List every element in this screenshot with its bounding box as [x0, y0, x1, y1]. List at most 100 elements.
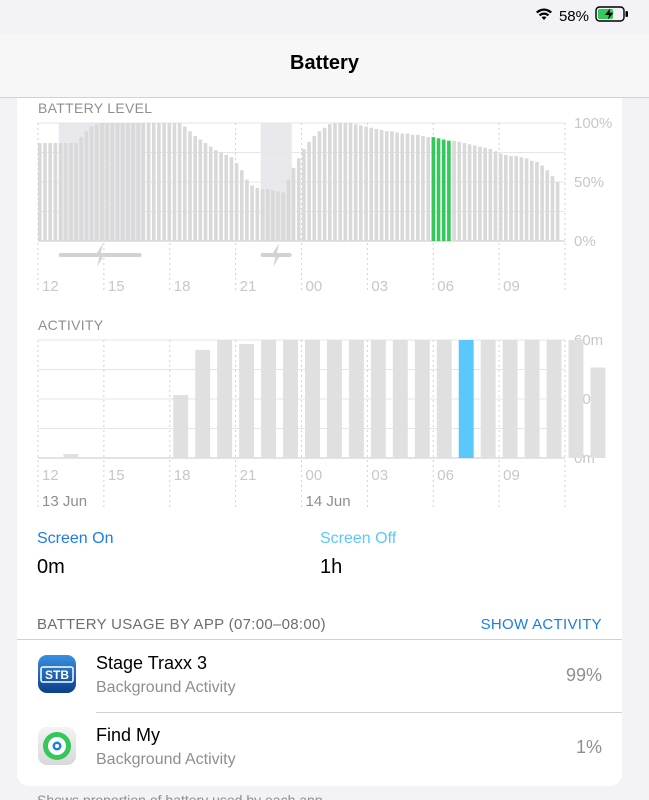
- battery-bar: [379, 130, 384, 241]
- battery-bar: [167, 123, 172, 241]
- battery-bar: [84, 131, 89, 241]
- battery-bar: [529, 160, 534, 241]
- date-label: 13 Jun: [42, 493, 87, 510]
- x-tick-label: 18: [174, 278, 191, 295]
- activity-bar: [480, 340, 496, 458]
- activity-bar: [568, 340, 584, 458]
- battery-percent: 58%: [558, 7, 589, 25]
- battery-bar: [157, 123, 161, 241]
- x-tick-label: 18: [174, 467, 191, 484]
- activity-bar: [217, 340, 233, 458]
- battery-bar: [146, 123, 151, 241]
- battery-level-chart: 100% 50% 0% 12 15 18 21 00 03 06 09: [37, 115, 612, 295]
- battery-bar: [53, 143, 58, 241]
- battery-bar: [120, 123, 125, 241]
- battery-bar: [208, 146, 213, 241]
- battery-bar: [384, 131, 389, 241]
- battery-bar: [48, 143, 52, 241]
- y-tick-label: 50%: [574, 174, 604, 191]
- battery-bar: [472, 145, 477, 241]
- navigation-bar: Battery: [0, 34, 649, 98]
- battery-bar: [478, 146, 482, 241]
- page-title: Battery: [290, 52, 359, 74]
- battery-bar: [162, 123, 166, 241]
- battery-bar: [514, 156, 519, 241]
- battery-bar: [188, 131, 192, 241]
- activity-bar: [239, 343, 255, 458]
- battery-bar: [493, 151, 498, 241]
- screen-on-value: 0m: [37, 556, 65, 578]
- charging-bolt-icon: [271, 243, 282, 267]
- battery-bar: [79, 137, 84, 241]
- battery-bar: [348, 123, 353, 241]
- app-row-find-my[interactable]: Find My Background Activity 1%: [17, 713, 622, 785]
- battery-bar: [291, 167, 296, 241]
- battery-bar: [172, 123, 177, 241]
- battery-charging-icon: [595, 6, 629, 26]
- activity-bar: [326, 340, 342, 458]
- battery-bar: [333, 123, 337, 241]
- activity-bar: [546, 340, 562, 458]
- activity-bar: [63, 454, 79, 458]
- battery-bar: [400, 133, 405, 241]
- activity-bar: [370, 340, 386, 458]
- battery-bar: [302, 148, 306, 241]
- y-tick-label: 0%: [574, 233, 596, 250]
- battery-bar: [390, 131, 394, 241]
- battery-bar: [524, 158, 529, 241]
- battery-bar: [416, 134, 420, 241]
- battery-bar: [38, 143, 42, 241]
- app-row-stage-traxx[interactable]: STB Stage Traxx 3 Background Activity 99…: [17, 641, 622, 713]
- battery-bar: [317, 131, 322, 241]
- battery-bar: [224, 154, 229, 241]
- battery-bar: [219, 152, 223, 241]
- show-activity-button[interactable]: SHOW ACTIVITY: [481, 616, 602, 633]
- battery-bar: [369, 127, 374, 241]
- app-name: Stage Traxx 3: [96, 653, 208, 673]
- battery-bar: [136, 123, 141, 241]
- battery-card: BATTERY LEVEL 100% 50% 0% 12 15 18 21 00 03 06 09 …: [17, 98, 622, 786]
- battery-bar: [203, 143, 208, 241]
- battery-bar: [63, 143, 68, 241]
- battery-bar: [281, 192, 286, 241]
- x-tick-label: 12: [42, 278, 59, 295]
- screen-on-legend: Screen On 0m: [37, 530, 113, 579]
- battery-bar: [452, 140, 456, 241]
- battery-bar: [58, 143, 63, 241]
- x-tick-label: 00: [306, 278, 323, 295]
- battery-bar: [265, 189, 270, 241]
- battery-bar: [296, 158, 301, 241]
- date-label: 14 Jun: [306, 493, 351, 510]
- usage-title: BATTERY USAGE BY APP (07:00–08:00): [37, 616, 326, 633]
- battery-bar: [229, 157, 234, 241]
- battery-bar: [447, 140, 451, 241]
- battery-bar: [115, 123, 120, 241]
- battery-bar: [343, 123, 348, 241]
- app-percent: 99%: [565, 665, 602, 685]
- status-right: 58%: [535, 6, 629, 26]
- battery-bar: [94, 124, 99, 241]
- screen-off-label: Screen Off: [320, 530, 397, 547]
- battery-bar: [105, 123, 109, 241]
- battery-bar: [364, 126, 368, 241]
- status-bar: 58%: [0, 0, 649, 34]
- activity-bar: [173, 395, 189, 458]
- stage-traxx-icon: STB: [38, 655, 76, 693]
- battery-bar: [395, 132, 399, 241]
- activity-bar: [348, 340, 364, 458]
- screen-off-value: 1h: [320, 556, 343, 578]
- battery-bar: [250, 185, 254, 241]
- battery-bar: [545, 170, 550, 241]
- x-tick-label: 00: [306, 467, 323, 484]
- battery-bar: [467, 144, 472, 241]
- battery-bar: [509, 156, 513, 241]
- battery-bar: [100, 123, 104, 241]
- battery-bar: [74, 143, 78, 241]
- app-subtitle: Background Activity: [96, 679, 236, 696]
- battery-bar: [410, 134, 415, 241]
- battery-bar: [307, 141, 311, 241]
- activity-bar: [590, 367, 606, 458]
- battery-bar: [540, 165, 544, 241]
- battery-bar: [555, 182, 560, 241]
- battery-bar: [374, 128, 379, 241]
